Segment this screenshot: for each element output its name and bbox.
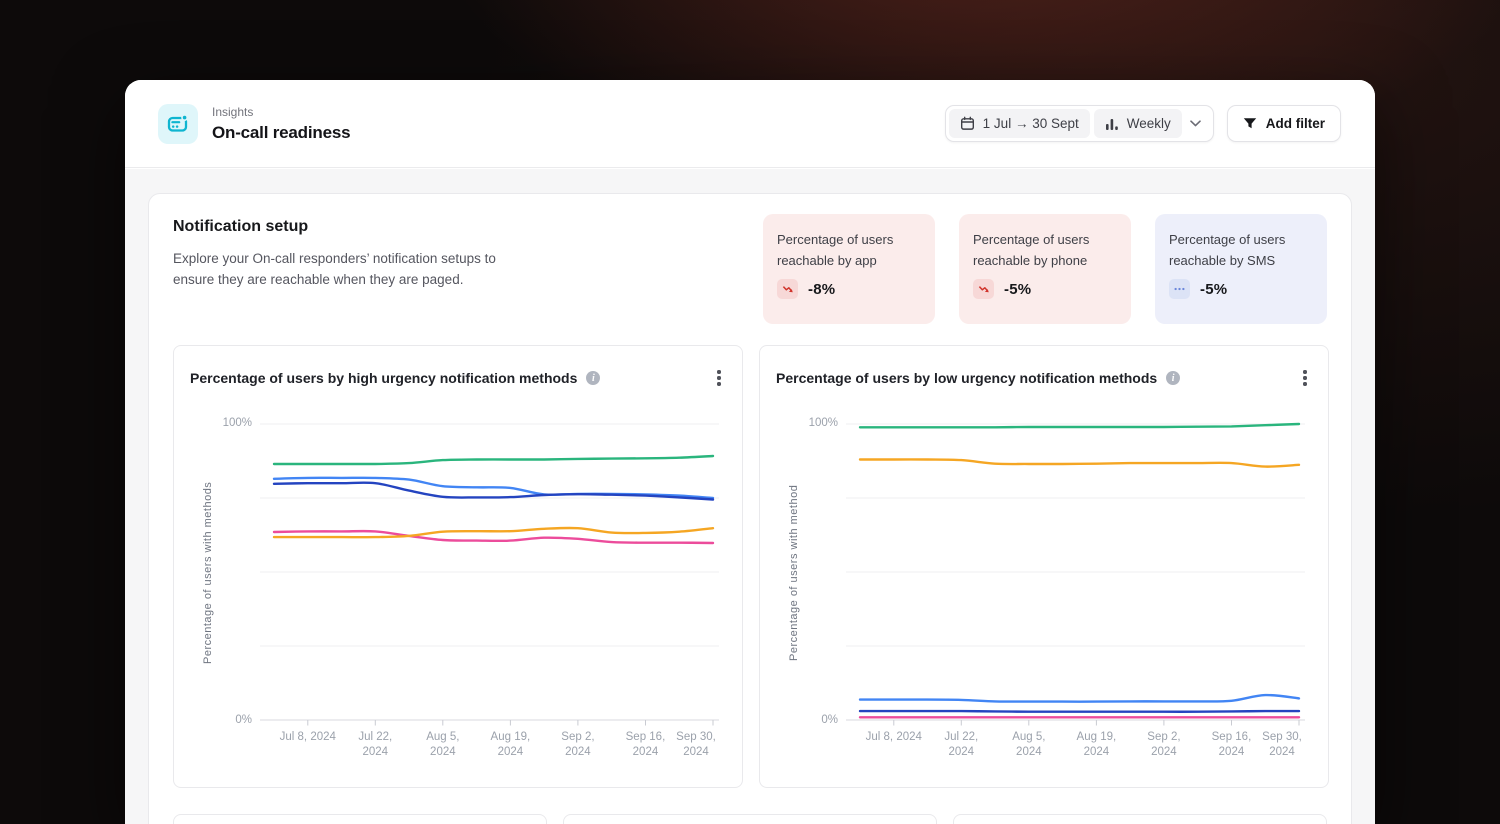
stat-value-row: -8% bbox=[777, 279, 921, 299]
notification-setup-panel: Notification setup Explore your On-call … bbox=[148, 193, 1352, 824]
stat-card-reachable-by-app: Percentage of users reachable by app -8% bbox=[763, 214, 935, 324]
chart-card-low-urgency: Percentage of users by low urgency notif… bbox=[759, 345, 1329, 788]
x-tick-label: Sep 2,2024 bbox=[561, 730, 594, 760]
chevron-down-icon[interactable] bbox=[1182, 109, 1210, 138]
breadcrumb: Insights bbox=[212, 105, 350, 119]
x-tick-label: Sep 16,2024 bbox=[1212, 730, 1252, 760]
x-tick-label: Aug 19,2024 bbox=[1077, 730, 1117, 760]
x-tick-label: Sep 2,2024 bbox=[1147, 730, 1180, 760]
stat-value-row: -5% bbox=[973, 279, 1117, 299]
add-filter-label: Add filter bbox=[1266, 116, 1325, 131]
x-tick-label: Aug 5,2024 bbox=[426, 730, 459, 760]
section-description: Explore your On-call responders’ notific… bbox=[173, 248, 496, 290]
info-icon[interactable]: i bbox=[1166, 371, 1180, 385]
stat-title: Percentage of users reachable by SMS bbox=[1169, 229, 1313, 271]
chart-title: Percentage of users by low urgency notif… bbox=[776, 370, 1157, 386]
stat-title: Percentage of users reachable by phone bbox=[973, 229, 1117, 271]
line-chart bbox=[846, 422, 1305, 728]
x-tick-label: Jul 22,2024 bbox=[358, 730, 392, 760]
date-granularity-control: 1 Jul → 30 Sept Weekly bbox=[945, 105, 1214, 142]
info-icon[interactable]: i bbox=[586, 371, 600, 385]
add-filter-button[interactable]: Add filter bbox=[1227, 105, 1341, 142]
stat-value: -8% bbox=[808, 281, 835, 298]
x-tick-label: Sep 16,2024 bbox=[626, 730, 666, 760]
y-axis-label: Percentage of users with methods bbox=[200, 424, 216, 722]
next-chart-row bbox=[173, 814, 1327, 824]
section-title: Notification setup bbox=[173, 218, 308, 236]
stat-title: Percentage of users reachable by app bbox=[777, 229, 921, 271]
stat-card-reachable-by-phone: Percentage of users reachable by phone -… bbox=[959, 214, 1131, 324]
chart-card-high-urgency: Percentage of users by high urgency noti… bbox=[173, 345, 743, 788]
x-axis-labels: Jul 8, 2024 Jul 22,2024 Aug 5,2024 Aug 19,2… bbox=[260, 730, 719, 766]
section-description-line1: Explore your On-call responders’ notific… bbox=[173, 251, 496, 266]
calendar-icon bbox=[960, 116, 975, 131]
pager-glyph bbox=[166, 112, 190, 136]
chart-row: Percentage of users by high urgency noti… bbox=[173, 345, 1329, 788]
x-tick-label: Sep 30,2024 bbox=[676, 730, 716, 760]
desktop-background: { "window": { "breadcrumb": "Insights", … bbox=[0, 0, 1500, 824]
x-tick-label: Sep 30,2024 bbox=[1262, 730, 1302, 760]
y-axis-label: Percentage of users with method bbox=[786, 424, 802, 722]
x-tick-label: Jul 8, 2024 bbox=[280, 730, 336, 745]
date-range-label: 1 Jul → 30 Sept bbox=[983, 116, 1079, 131]
trend-down-icon bbox=[973, 279, 994, 299]
kebab-menu-icon[interactable] bbox=[1296, 368, 1314, 388]
x-tick-label: Aug 5,2024 bbox=[1012, 730, 1045, 760]
trend-flat-icon bbox=[1169, 279, 1190, 299]
x-tick-label: Aug 19,2024 bbox=[491, 730, 531, 760]
x-tick-label: Jul 22,2024 bbox=[944, 730, 978, 760]
stat-cards: Percentage of users reachable by app -8% bbox=[763, 214, 1327, 324]
kebab-menu-icon[interactable] bbox=[710, 368, 728, 388]
chart-card-stub bbox=[563, 814, 937, 824]
chart-svg bbox=[260, 422, 719, 728]
toolbar: 1 Jul → 30 Sept Weekly bbox=[945, 105, 1341, 142]
chart-card-stub bbox=[173, 814, 547, 824]
chart-title: Percentage of users by high urgency noti… bbox=[190, 370, 577, 386]
chart-card-stub bbox=[953, 814, 1327, 824]
x-axis-labels: Jul 8, 2024 Jul 22,2024 Aug 5,2024 Aug 19,2… bbox=[846, 730, 1305, 766]
stat-value: -5% bbox=[1200, 281, 1227, 298]
line-chart bbox=[260, 422, 719, 728]
date-range-button[interactable]: 1 Jul → 30 Sept bbox=[949, 109, 1090, 138]
page-title: On-call readiness bbox=[212, 123, 350, 143]
stat-value-row: -5% bbox=[1169, 279, 1313, 299]
filter-icon bbox=[1243, 117, 1257, 131]
chart-header: Percentage of users by low urgency notif… bbox=[776, 370, 1278, 386]
app-window: Insights On-call readiness 1 Jul → 30 Se… bbox=[125, 80, 1375, 824]
section-description-line2: ensure they are reachable when they are … bbox=[173, 272, 463, 287]
granularity-label: Weekly bbox=[1127, 116, 1171, 131]
granularity-button[interactable]: Weekly bbox=[1094, 109, 1182, 138]
stat-card-reachable-by-sms: Percentage of users reachable by SMS -5% bbox=[1155, 214, 1327, 324]
header: Insights On-call readiness 1 Jul → 30 Se… bbox=[125, 80, 1375, 168]
x-tick-label: Jul 8, 2024 bbox=[866, 730, 922, 745]
title-block: Insights On-call readiness bbox=[212, 105, 350, 143]
content-area: Notification setup Explore your On-call … bbox=[125, 169, 1375, 824]
trend-down-icon bbox=[777, 279, 798, 299]
chart-svg bbox=[846, 422, 1305, 728]
chart-header: Percentage of users by high urgency noti… bbox=[190, 370, 692, 386]
bar-chart-icon bbox=[1105, 117, 1119, 131]
stat-value: -5% bbox=[1004, 281, 1031, 298]
oncall-pager-icon bbox=[158, 104, 198, 144]
